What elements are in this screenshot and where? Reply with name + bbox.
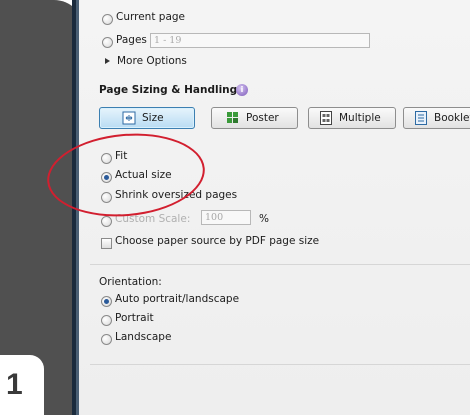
pages-radio[interactable] bbox=[102, 37, 113, 48]
multiple-button[interactable]: Multiple bbox=[308, 107, 396, 129]
poster-button-label: Poster bbox=[246, 112, 279, 124]
pages-range-input[interactable]: 1 - 19 bbox=[150, 33, 370, 48]
portrait-label: Portrait bbox=[115, 312, 154, 324]
paper-source-checkbox[interactable] bbox=[101, 238, 112, 249]
section-divider-bottom bbox=[90, 364, 470, 365]
size-button-label: Size bbox=[142, 112, 164, 124]
auto-orientation-radio[interactable] bbox=[101, 296, 112, 307]
current-page-radio[interactable] bbox=[102, 14, 113, 25]
paper-source-label: Choose paper source by PDF page size bbox=[115, 235, 320, 247]
size-icon bbox=[122, 111, 136, 125]
poster-button[interactable]: Poster bbox=[211, 107, 298, 129]
size-button[interactable]: Size bbox=[99, 107, 195, 129]
landscape-label: Landscape bbox=[115, 331, 172, 343]
current-page-label: Current page bbox=[116, 11, 185, 23]
expand-triangle-icon[interactable] bbox=[105, 58, 110, 64]
landscape-radio[interactable] bbox=[101, 334, 112, 345]
custom-scale-input[interactable]: 100 bbox=[201, 210, 251, 225]
booklet-button-label: Booklet bbox=[434, 112, 470, 124]
pages-label: Pages bbox=[116, 34, 147, 46]
info-icon[interactable]: i bbox=[236, 84, 248, 96]
step-number: 1 bbox=[0, 355, 44, 415]
more-options-link[interactable]: More Options bbox=[117, 55, 187, 67]
portrait-radio[interactable] bbox=[101, 315, 112, 326]
booklet-button[interactable]: Booklet bbox=[403, 107, 470, 129]
custom-scale-radio[interactable] bbox=[101, 216, 112, 227]
multiple-icon bbox=[319, 111, 333, 125]
percent-label: % bbox=[259, 213, 269, 225]
section-divider bbox=[90, 264, 470, 265]
booklet-icon bbox=[414, 111, 428, 125]
multiple-button-label: Multiple bbox=[339, 112, 381, 124]
auto-orientation-label: Auto portrait/landscape bbox=[115, 293, 240, 305]
orientation-heading: Orientation: bbox=[99, 276, 162, 288]
poster-icon bbox=[226, 111, 240, 125]
page-sizing-heading: Page Sizing & Handling bbox=[99, 84, 238, 96]
